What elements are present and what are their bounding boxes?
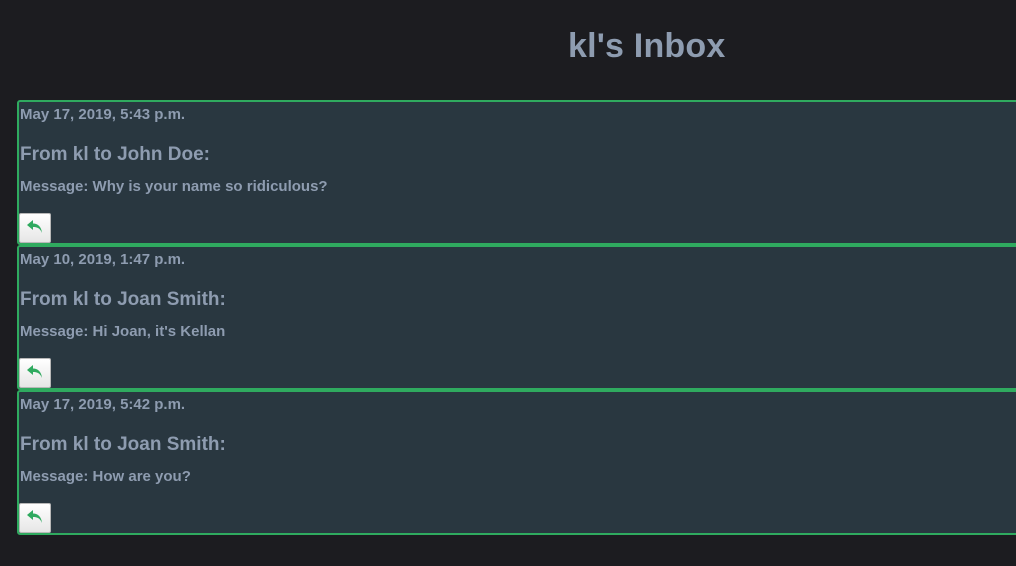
reply-button[interactable] (19, 358, 51, 388)
inbox-page: kl's Inbox May 17, 2019, 5:43 p.m. From … (0, 0, 1016, 566)
reply-button[interactable] (19, 503, 51, 533)
message-card: May 10, 2019, 1:47 p.m. From kl to Joan … (17, 245, 1016, 390)
reply-arrow-icon (26, 509, 44, 528)
message-date: May 17, 2019, 5:43 p.m. (20, 106, 186, 123)
message-card: May 17, 2019, 5:42 p.m. From kl to Joan … (17, 390, 1016, 535)
message-card: May 17, 2019, 5:43 p.m. From kl to John … (17, 100, 1016, 245)
message-body: Message: Hi Joan, it's Kellan (20, 323, 226, 340)
reply-button[interactable] (19, 213, 51, 243)
message-header: From kl to John Doe: (20, 144, 210, 165)
reply-arrow-icon (26, 364, 44, 383)
page-title: kl's Inbox (568, 27, 726, 65)
message-body: Message: How are you? (20, 468, 191, 485)
message-date: May 17, 2019, 5:42 p.m. (20, 396, 186, 413)
message-header: From kl to Joan Smith: (20, 289, 226, 310)
reply-arrow-icon (26, 219, 44, 238)
message-list: May 17, 2019, 5:43 p.m. From kl to John … (17, 100, 1016, 535)
message-body: Message: Why is your name so ridiculous? (20, 178, 328, 195)
message-header: From kl to Joan Smith: (20, 434, 226, 455)
message-date: May 10, 2019, 1:47 p.m. (20, 251, 186, 268)
